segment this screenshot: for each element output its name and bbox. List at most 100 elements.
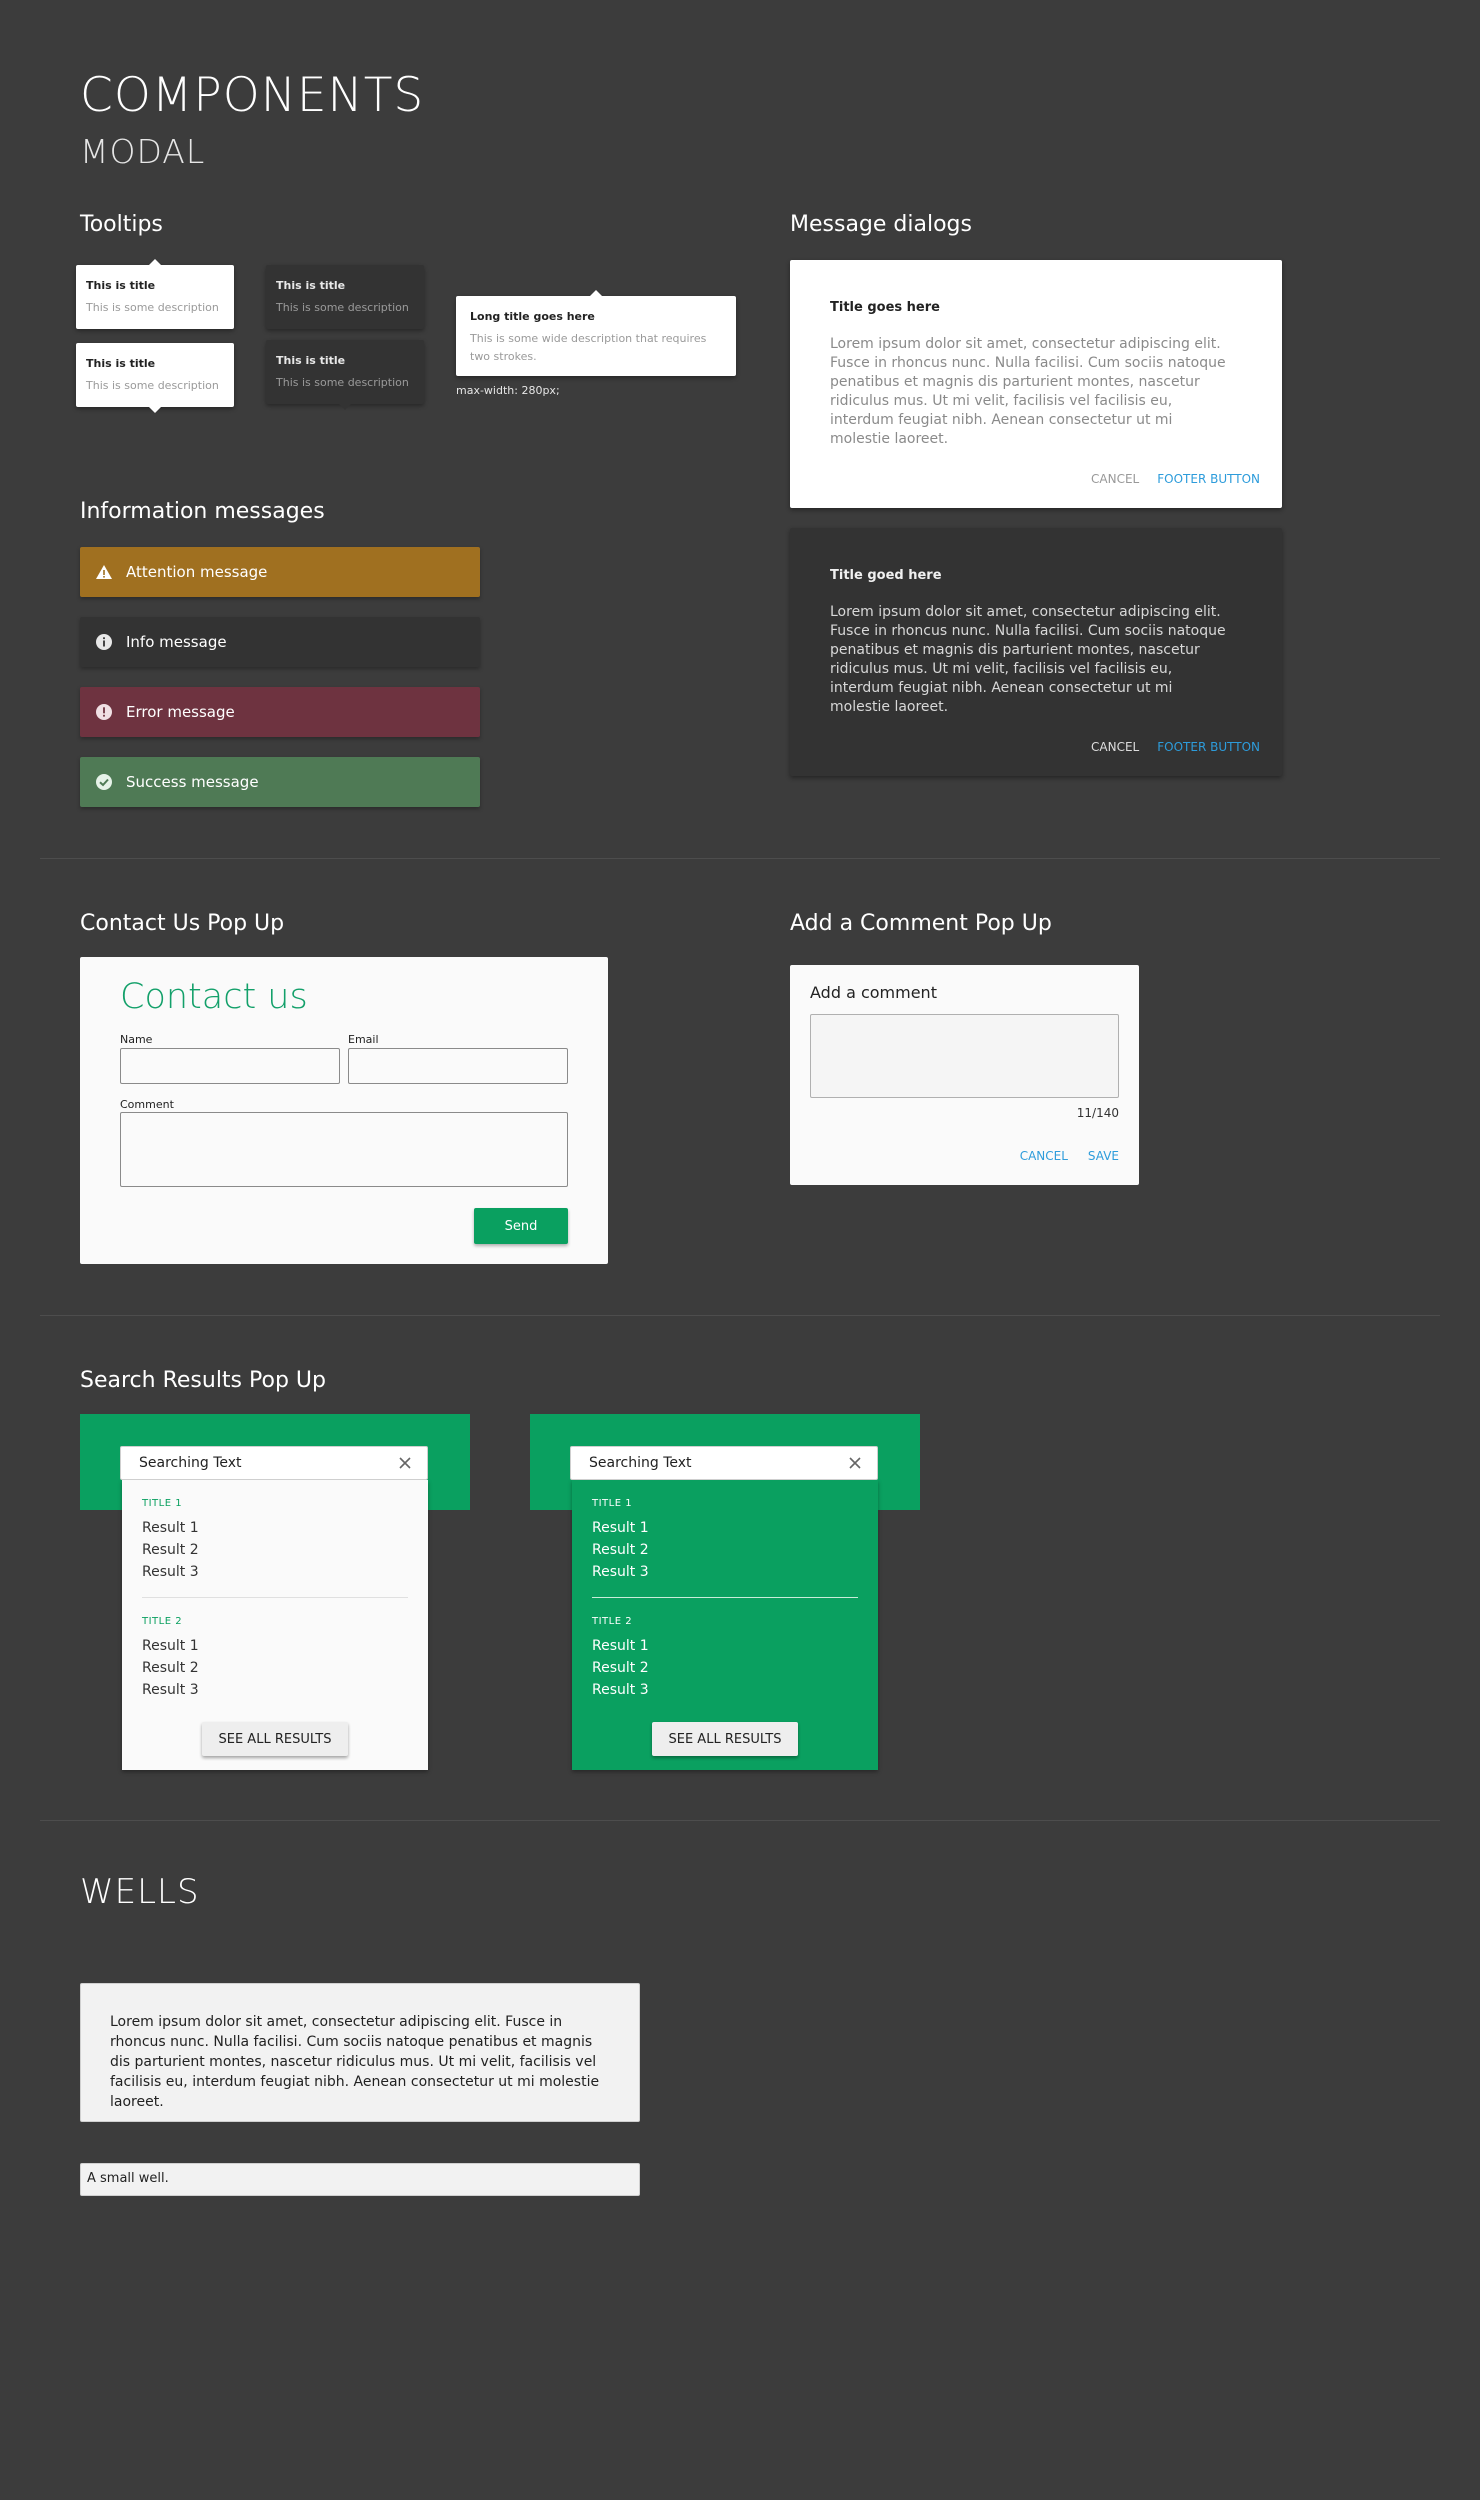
error-icon xyxy=(94,702,114,722)
dialog-body: Lorem ipsum dolor sit amet, consectetur … xyxy=(830,604,1226,715)
result-group-title: TITLE 2 xyxy=(592,1616,633,1627)
character-counter: 11/140 xyxy=(1076,1106,1119,1120)
tooltip-description: This is some description xyxy=(86,379,219,392)
well-large: Lorem ipsum dolor sit amet, consectetur … xyxy=(80,1983,640,2122)
attention-message: Attention message xyxy=(80,547,480,597)
comment-textarea[interactable] xyxy=(810,1014,1119,1098)
result-item[interactable]: Result 1 xyxy=(142,1635,408,1657)
page-subtitle: MODAL xyxy=(80,132,206,171)
dialog-title: Title goes here xyxy=(830,300,940,315)
message-dialog-dark: Title goed here Lorem ipsum dolor sit am… xyxy=(790,528,1282,776)
contact-section-title: Contact Us Pop Up xyxy=(80,911,285,936)
see-all-results-button[interactable]: SEE ALL RESULTS xyxy=(652,1722,798,1756)
comment-field[interactable] xyxy=(120,1112,568,1187)
add-comment-popup: Add a comment 11/140 CANCEL SAVE xyxy=(790,965,1139,1185)
name-label: Name xyxy=(120,1033,153,1046)
footer-button[interactable]: FOOTER BUTTON xyxy=(1157,472,1260,486)
tooltip-dark: This is title This is some description xyxy=(266,265,424,329)
close-icon[interactable] xyxy=(397,1455,413,1471)
tooltip-title: This is title xyxy=(276,279,346,292)
info-message: Info message xyxy=(80,617,480,667)
result-item[interactable]: Result 1 xyxy=(592,1635,858,1657)
search-query: Searching Text xyxy=(589,1455,692,1471)
contact-us-popup: Contact us Name Email Comment Send xyxy=(80,957,608,1264)
save-button[interactable]: SAVE xyxy=(1088,1149,1119,1163)
result-group-title: TITLE 2 xyxy=(142,1616,183,1627)
search-results-dropdown-light: TITLE 1 Result 1 Result 2 Result 3 TITLE… xyxy=(122,1480,428,1770)
dialog-body: Lorem ipsum dolor sit amet, consectetur … xyxy=(830,336,1226,447)
tooltip-description: This is some description xyxy=(276,301,409,314)
footer-button[interactable]: FOOTER BUTTON xyxy=(1157,740,1260,754)
tooltip-arrow xyxy=(149,259,161,265)
comment-actions: CANCEL SAVE xyxy=(1020,1149,1119,1163)
tooltip-title: This is title xyxy=(276,354,346,367)
result-item[interactable]: Result 3 xyxy=(592,1561,858,1583)
check-circle-icon xyxy=(94,772,114,792)
tooltip-description: This is some wide description that requi… xyxy=(470,332,707,363)
result-group-title: TITLE 1 xyxy=(592,1498,633,1509)
result-item[interactable]: Result 1 xyxy=(592,1517,858,1539)
tooltip-title: This is title xyxy=(86,279,156,292)
search-query: Searching Text xyxy=(139,1455,242,1471)
info-icon xyxy=(94,632,114,652)
info-messages-section-title: Information messages xyxy=(80,499,325,524)
name-field[interactable] xyxy=(120,1048,340,1084)
tooltip-arrow xyxy=(590,290,602,296)
result-item[interactable]: Result 3 xyxy=(592,1679,858,1701)
wells-section-title: WELLS xyxy=(80,1872,200,1912)
search-input[interactable]: Searching Text xyxy=(120,1446,428,1480)
section-divider xyxy=(40,1820,1440,1821)
tooltips-section-title: Tooltips xyxy=(80,212,163,237)
section-divider xyxy=(40,1315,1440,1316)
contact-heading: Contact us xyxy=(120,977,308,1017)
group-divider xyxy=(142,1597,408,1598)
send-button[interactable]: Send xyxy=(474,1208,568,1244)
tooltip-description: This is some description xyxy=(86,301,219,314)
comment-heading: Add a comment xyxy=(810,983,937,1002)
search-section-title: Search Results Pop Up xyxy=(80,1368,326,1393)
well-small: A small well. xyxy=(80,2163,640,2196)
max-width-note: max-width: 280px; xyxy=(456,384,560,397)
section-divider xyxy=(40,858,1440,859)
result-item[interactable]: Result 2 xyxy=(592,1539,858,1561)
result-item[interactable]: Result 2 xyxy=(142,1657,408,1679)
tooltip-description: This is some description xyxy=(276,376,409,389)
email-field[interactable] xyxy=(348,1048,568,1084)
tooltip-light-arrow-top: This is title This is some description xyxy=(76,259,234,329)
attention-message-text: Attention message xyxy=(126,563,268,581)
comment-section-title: Add a Comment Pop Up xyxy=(790,911,1052,936)
result-item[interactable]: Result 1 xyxy=(142,1517,408,1539)
success-message-text: Success message xyxy=(126,773,259,791)
result-item[interactable]: Result 3 xyxy=(142,1679,408,1701)
result-item[interactable]: Result 3 xyxy=(142,1561,408,1583)
warning-icon xyxy=(94,562,114,582)
dialog-footer: CANCEL FOOTER BUTTON xyxy=(1091,472,1260,486)
tooltip-wide: Long title goes here This is some wide d… xyxy=(456,290,736,376)
cancel-button[interactable]: CANCEL xyxy=(1091,740,1139,754)
tooltip-arrow xyxy=(339,404,351,410)
search-results-dropdown-green: TITLE 1 Result 1 Result 2 Result 3 TITLE… xyxy=(572,1480,878,1770)
result-group-title: TITLE 1 xyxy=(142,1498,183,1509)
result-item[interactable]: Result 2 xyxy=(142,1539,408,1561)
success-message: Success message xyxy=(80,757,480,807)
tooltip-title: Long title goes here xyxy=(470,310,595,323)
tooltip-light-arrow-bottom: This is title This is some description xyxy=(76,343,234,413)
cancel-button[interactable]: CANCEL xyxy=(1020,1149,1068,1163)
error-message-text: Error message xyxy=(126,703,235,721)
message-dialog-light: Title goes here Lorem ipsum dolor sit am… xyxy=(790,260,1282,508)
comment-label: Comment xyxy=(120,1098,174,1111)
tooltip-dark-arrow-bottom: This is title This is some description xyxy=(266,340,424,410)
email-label: Email xyxy=(348,1033,379,1046)
tooltip-arrow xyxy=(149,407,161,413)
cancel-button[interactable]: CANCEL xyxy=(1091,472,1139,486)
page-title: COMPONENTS xyxy=(80,68,425,123)
close-icon[interactable] xyxy=(847,1455,863,1471)
dialog-footer: CANCEL FOOTER BUTTON xyxy=(1091,740,1260,754)
see-all-results-button[interactable]: SEE ALL RESULTS xyxy=(202,1722,348,1756)
dialog-title: Title goed here xyxy=(830,568,942,583)
info-message-text: Info message xyxy=(126,633,227,651)
dialogs-section-title: Message dialogs xyxy=(790,212,972,237)
error-message: Error message xyxy=(80,687,480,737)
result-item[interactable]: Result 2 xyxy=(592,1657,858,1679)
search-input[interactable]: Searching Text xyxy=(570,1446,878,1480)
